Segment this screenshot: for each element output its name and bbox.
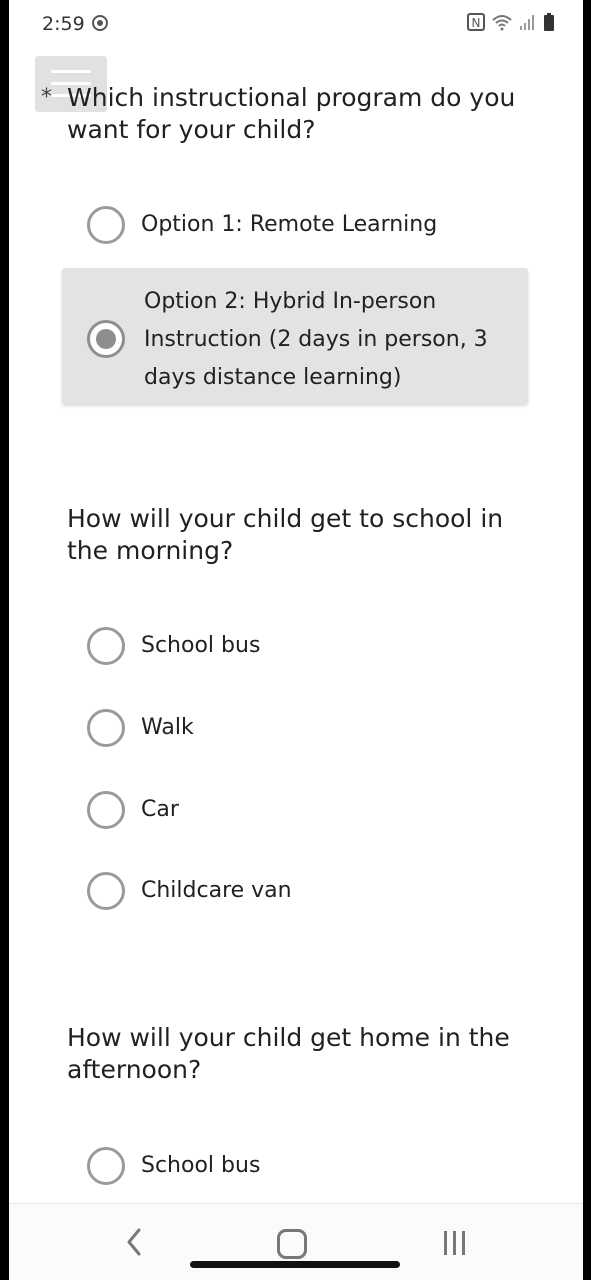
question-text: Which instructional program do you want … bbox=[67, 83, 516, 144]
option-label: School bus bbox=[141, 1153, 261, 1178]
home-indicator[interactable] bbox=[190, 1261, 400, 1268]
phone-screen: 2:59 N * Which instructional program do … bbox=[9, 0, 583, 1280]
question-afternoon-transport: How will your child get home in the afte… bbox=[67, 1022, 547, 1086]
question-instructional-program: * Which instructional program do you wan… bbox=[41, 82, 547, 146]
option-school-bus-afternoon[interactable]: School bus bbox=[87, 1147, 260, 1185]
home-icon[interactable] bbox=[277, 1229, 307, 1259]
required-marker: * bbox=[41, 85, 52, 110]
hamburger-menu-icon bbox=[51, 70, 91, 73]
option-label: Option 1: Remote Learning bbox=[141, 212, 438, 237]
option-school-bus-morning[interactable]: School bus bbox=[87, 627, 260, 665]
svg-text:N: N bbox=[472, 16, 481, 30]
battery-icon bbox=[544, 13, 554, 31]
chevron-left-icon[interactable] bbox=[119, 1224, 149, 1260]
radio-button[interactable] bbox=[87, 791, 125, 829]
status-icons: N bbox=[467, 13, 555, 31]
option-label: Option 2: Hybrid In-person Instruction (… bbox=[144, 289, 488, 390]
radio-button[interactable] bbox=[87, 709, 125, 747]
option-remote-learning[interactable]: Option 1: Remote Learning bbox=[87, 206, 437, 244]
question-morning-transport: How will your child get to school in the… bbox=[67, 503, 547, 567]
nfc-icon: N bbox=[467, 13, 485, 31]
status-bar: 2:59 N bbox=[9, 0, 583, 50]
status-time: 2:59 bbox=[42, 13, 85, 35]
option-label: Car bbox=[141, 797, 179, 822]
option-walk[interactable]: Walk bbox=[87, 709, 194, 747]
option-label: Childcare van bbox=[141, 878, 292, 903]
option-label: School bus bbox=[141, 633, 261, 658]
question-text: How will your child get home in the afte… bbox=[67, 1023, 510, 1084]
radio-button-checked[interactable] bbox=[87, 320, 125, 358]
option-hybrid-instruction[interactable]: Option 2: Hybrid In-person Instruction (… bbox=[62, 268, 528, 404]
radio-button[interactable] bbox=[87, 872, 125, 910]
chat-bubble-icon bbox=[92, 15, 108, 31]
option-car[interactable]: Car bbox=[87, 791, 179, 829]
recents-icon[interactable] bbox=[440, 1229, 470, 1259]
radio-button[interactable] bbox=[87, 627, 125, 665]
radio-button[interactable] bbox=[87, 1147, 125, 1185]
wifi-icon bbox=[492, 15, 512, 31]
signal-icon bbox=[520, 15, 534, 30]
navigation-bar bbox=[9, 1203, 583, 1280]
question-text: How will your child get to school in the… bbox=[67, 504, 504, 565]
option-label: Walk bbox=[141, 715, 194, 740]
option-childcare-van[interactable]: Childcare van bbox=[87, 872, 292, 910]
radio-button[interactable] bbox=[87, 206, 125, 244]
